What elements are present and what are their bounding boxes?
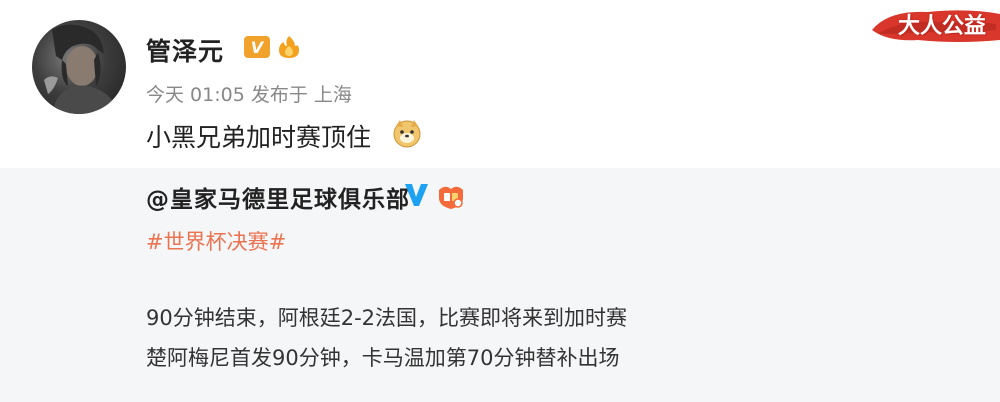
repost-text-line: 90分钟结束，阿根廷2-2法国，比赛即将来到加时赛 [146,306,628,330]
verified-blue-icon [405,184,428,206]
avatar-image [44,24,118,114]
watermark-text: 大人公益 [898,14,987,39]
club-badge-icon [439,186,463,209]
weibo-post: 管泽元 V 今天 01:05 发布于 上海 小黑兄弟加时赛顶住 大人公益 [0,0,1000,168]
repost-author[interactable]: @皇家马德里足球俱乐部 [146,180,410,214]
watermark: 大人公益 [868,0,1000,46]
fan-badge-icon [279,36,299,58]
username[interactable]: 管泽元 [146,32,224,68]
post-text: 小黑兄弟加时赛顶住 [146,123,372,152]
avatar[interactable] [32,20,126,114]
hashtag-link[interactable]: #世界杯决赛# [146,226,286,256]
doge-emoji-icon [393,120,421,148]
repost-text-line: 楚阿梅尼首发90分钟，卡马温加第70分钟替补出场 [146,346,620,370]
verified-badge-icon: V [244,36,270,58]
post-meta: 今天 01:05 发布于 上海 [146,84,352,106]
